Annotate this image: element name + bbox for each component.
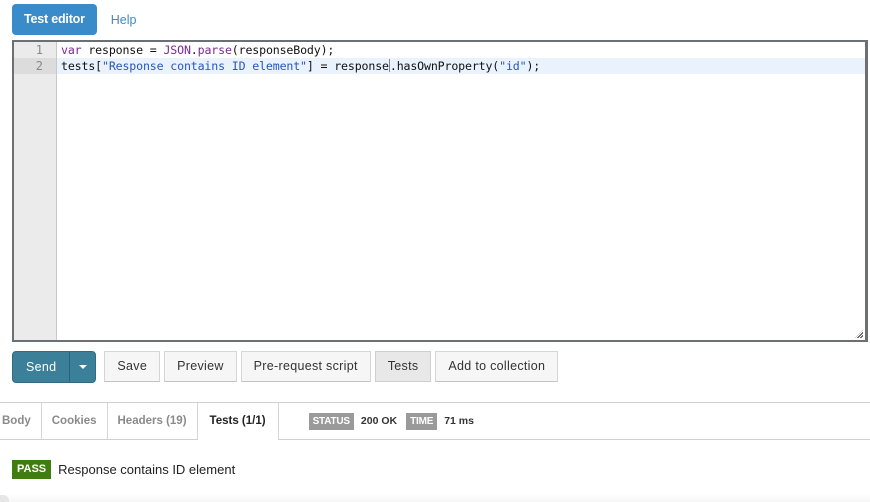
line-number: 2 xyxy=(14,58,56,74)
code-text: .hasOwnProperty( xyxy=(389,59,500,73)
tab-help[interactable]: Help xyxy=(111,13,137,27)
code-editor[interactable]: 1 2 var response = JSON.parse(responseBo… xyxy=(12,40,868,342)
time-label: TIME xyxy=(406,412,438,430)
line-number: 1 xyxy=(35,43,43,57)
code-string: "id" xyxy=(499,59,527,73)
preview-button[interactable]: Preview xyxy=(164,351,237,382)
tab-test-editor[interactable]: Test editor xyxy=(12,4,97,35)
code-line[interactable]: tests["Response contains ID element"] = … xyxy=(57,58,865,74)
response-meta: STATUS 200 OK TIME 71 ms xyxy=(308,403,483,439)
editor-tabs: Test editor Help xyxy=(12,4,137,35)
pre-request-script-button[interactable]: Pre-request script xyxy=(240,351,371,382)
status-label: STATUS xyxy=(308,412,354,430)
tab-body[interactable]: Body xyxy=(0,403,42,439)
add-to-collection-button[interactable]: Add to collection xyxy=(435,351,559,382)
tab-headers[interactable]: Headers (19) xyxy=(108,403,198,439)
request-actions: Send Save Preview Pre-request script Tes… xyxy=(12,351,559,383)
code-area[interactable]: var response = JSON.parse(responseBody);… xyxy=(57,42,865,74)
code-text: response = xyxy=(81,43,164,57)
resize-handle-icon[interactable] xyxy=(855,330,863,338)
code-text: (responseBody); xyxy=(231,43,335,57)
line-number-gutter: 1 2 xyxy=(14,42,57,340)
send-button-group: Send xyxy=(12,351,97,383)
tests-button[interactable]: Tests xyxy=(374,351,432,382)
response-tabs: Body Cookies Headers (19) Tests (1/1) ST… xyxy=(0,402,870,440)
code-text: tests[ xyxy=(61,59,102,73)
save-button[interactable]: Save xyxy=(104,351,161,382)
test-result-text: Response contains ID element xyxy=(58,462,236,477)
code-keyword: JSON xyxy=(163,43,191,57)
code-line[interactable]: var response = JSON.parse(responseBody); xyxy=(57,42,865,58)
tab-cookies[interactable]: Cookies xyxy=(42,403,108,439)
send-button[interactable]: Send xyxy=(13,352,69,382)
status-value: 200 OK xyxy=(360,415,398,427)
code-text: ] = response xyxy=(306,59,389,73)
code-string: "Response contains ID element" xyxy=(101,59,307,73)
time-value: 71 ms xyxy=(444,415,474,427)
tab-tests[interactable]: Tests (1/1) xyxy=(197,403,279,440)
code-keyword: parse xyxy=(197,43,232,57)
code-keyword: var xyxy=(61,43,82,57)
code-text: . xyxy=(190,43,198,57)
code-text: ); xyxy=(526,59,541,73)
send-dropdown-button[interactable] xyxy=(69,352,95,382)
bottom-panel-edge xyxy=(0,494,870,502)
caret-down-icon xyxy=(78,365,87,369)
pass-badge: PASS xyxy=(12,460,52,479)
test-result-row: PASS Response contains ID element xyxy=(12,460,235,479)
